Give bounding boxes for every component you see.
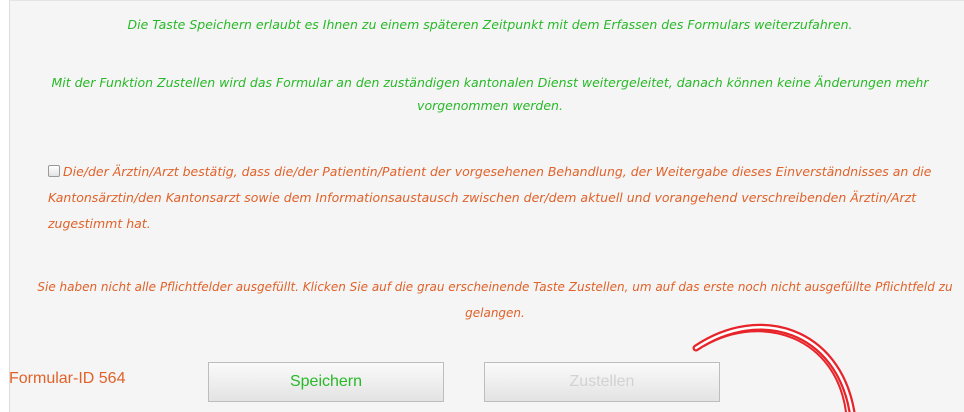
consent-checkbox[interactable] xyxy=(48,165,60,177)
save-info-text: Die Taste Speichern erlaubt es Ihnen zu … xyxy=(127,17,853,32)
consent-label: Die/der Ärztin/Arzt bestätig, dass die/d… xyxy=(48,164,932,231)
send-info-text: Mit der Funktion Zustellen wird das Form… xyxy=(51,75,929,113)
form-footer-panel: Die Taste Speichern erlaubt es Ihnen zu … xyxy=(9,0,964,412)
missing-fields-warning: Sie haben nicht alle Pflichtfelder ausge… xyxy=(37,280,953,320)
send-button[interactable]: Zustellen xyxy=(484,362,720,402)
consent-row[interactable]: Die/der Ärztin/Arzt bestätig, dass die/d… xyxy=(48,159,938,237)
form-id-label: Formular-ID 564 xyxy=(9,370,126,387)
save-button[interactable]: Speichern xyxy=(208,362,444,402)
